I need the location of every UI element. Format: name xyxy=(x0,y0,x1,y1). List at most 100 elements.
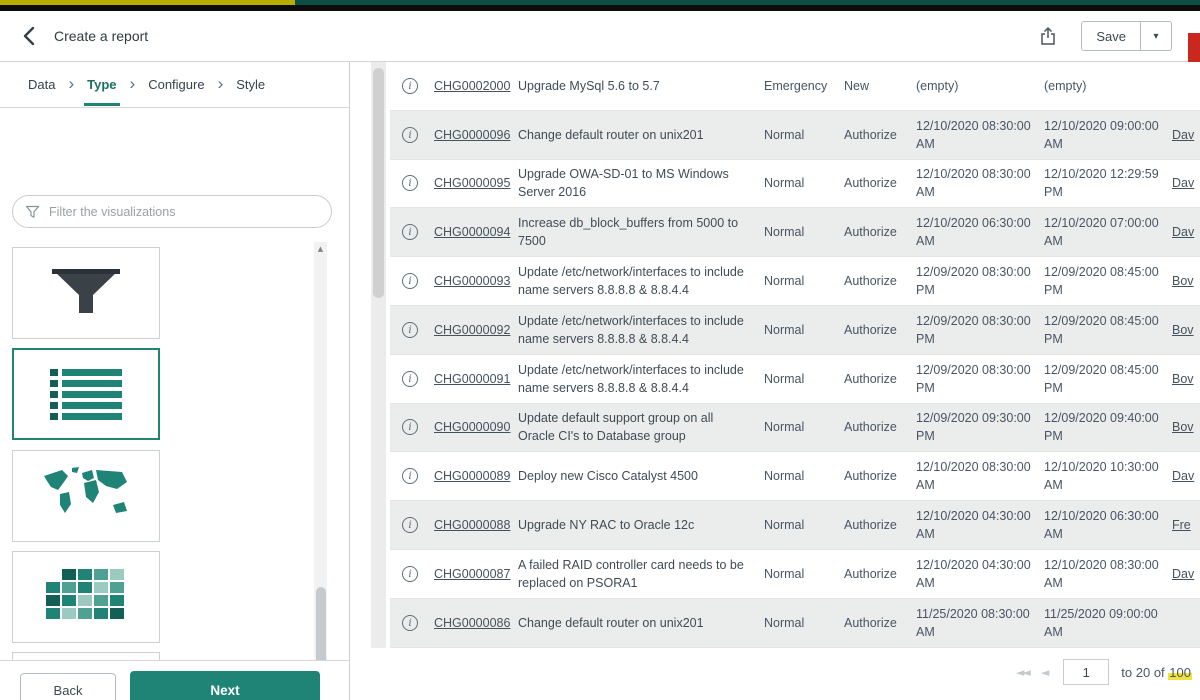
change-number-link[interactable]: CHG0000089 xyxy=(434,469,510,483)
assigned-link[interactable]: Dav xyxy=(1172,567,1200,581)
table-row[interactable]: i CHG0000089 Deploy new Cisco Catalyst 4… xyxy=(390,452,1200,501)
step-style[interactable]: Style xyxy=(236,77,265,92)
step-data[interactable]: Data xyxy=(28,77,55,92)
row-number-cell: CHG0000087 xyxy=(434,567,518,581)
short-description: Update /etc/network/interfaces to includ… xyxy=(518,263,764,299)
assigned-link[interactable]: Dav xyxy=(1172,225,1200,239)
change-number-link[interactable]: CHG0000093 xyxy=(434,274,510,288)
pagination-range: to 20 of 100 xyxy=(1121,665,1192,680)
planned-end-value: 12/09/2020 08:45:00 PM xyxy=(1044,312,1172,348)
info-icon[interactable]: i xyxy=(402,371,418,387)
table-row[interactable]: i CHG0000090 Update default support grou… xyxy=(390,404,1200,453)
pagination-range-text: to 20 of xyxy=(1121,665,1164,680)
save-button-group: Save ▾ xyxy=(1081,21,1172,51)
info-icon[interactable]: i xyxy=(402,468,418,484)
page-number-input[interactable] xyxy=(1063,659,1109,685)
priority-value: Normal xyxy=(764,274,844,288)
change-number-link[interactable]: CHG0000096 xyxy=(434,128,510,142)
assigned-link[interactable]: Dav xyxy=(1172,176,1200,190)
change-number-link[interactable]: CHG0000094 xyxy=(434,225,510,239)
state-value: Authorize xyxy=(844,420,916,434)
info-icon[interactable]: i xyxy=(402,273,418,289)
assigned-link[interactable]: Bov xyxy=(1172,372,1200,386)
state-value: Authorize xyxy=(844,518,916,532)
table-row[interactable]: i CHG0000092 Update /etc/network/interfa… xyxy=(390,306,1200,355)
planned-end-value: 12/09/2020 09:40:00 PM xyxy=(1044,409,1172,445)
table-row[interactable]: i CHG0000095 Upgrade OWA-SD-01 to MS Win… xyxy=(390,160,1200,209)
change-number-link[interactable]: CHG0000091 xyxy=(434,372,510,386)
row-info-cell: i xyxy=(390,322,434,338)
short-description: Increase db_block_buffers from 5000 to 7… xyxy=(518,214,764,250)
step-configure[interactable]: Configure xyxy=(148,77,204,92)
export-icon xyxy=(1039,26,1057,46)
export-share-button[interactable] xyxy=(1039,26,1057,46)
state-value: Authorize xyxy=(844,176,916,190)
table-scrollbar[interactable] xyxy=(371,62,386,648)
row-number-cell: CHG0000088 xyxy=(434,518,518,532)
info-icon[interactable]: i xyxy=(402,224,418,240)
info-icon[interactable]: i xyxy=(402,566,418,582)
assigned-link[interactable]: Dav xyxy=(1172,469,1200,483)
table-row[interactable]: i CHG0000088 Upgrade NY RAC to Oracle 12… xyxy=(390,501,1200,550)
funnel-chart-icon xyxy=(38,261,134,325)
change-number-link[interactable]: CHG0002000 xyxy=(434,79,510,93)
short-description: Update /etc/network/interfaces to includ… xyxy=(518,312,764,348)
viz-option-list[interactable] xyxy=(12,348,160,440)
planned-end-value: 12/10/2020 09:00:00 AM xyxy=(1044,117,1172,153)
change-number-link[interactable]: CHG0000086 xyxy=(434,616,510,630)
assigned-link[interactable]: Dav xyxy=(1172,128,1200,142)
planned-start-value: 12/10/2020 04:30:00 AM xyxy=(916,507,1044,543)
info-icon[interactable]: i xyxy=(402,322,418,338)
priority-value: Normal xyxy=(764,225,844,239)
viz-option-heatmap[interactable] xyxy=(12,551,160,643)
save-dropdown-button[interactable]: ▾ xyxy=(1140,21,1172,51)
change-number-link[interactable]: CHG0000087 xyxy=(434,567,510,581)
pagination-total: 100 xyxy=(1168,665,1192,680)
assigned-link[interactable]: Bov xyxy=(1172,323,1200,337)
table-row[interactable]: i CHG0000093 Update /etc/network/interfa… xyxy=(390,257,1200,306)
info-icon[interactable]: i xyxy=(402,78,418,94)
back-arrow-button[interactable] xyxy=(20,25,38,47)
next-button[interactable]: Next xyxy=(130,671,320,700)
scroll-up-icon[interactable]: ▲ xyxy=(314,245,327,253)
info-icon[interactable]: i xyxy=(402,127,418,143)
row-number-cell: CHG0000086 xyxy=(434,616,518,630)
row-info-cell: i xyxy=(390,127,434,143)
change-number-link[interactable]: CHG0000095 xyxy=(434,176,510,190)
filter-visualizations-input[interactable] xyxy=(49,205,319,219)
prev-page-icon[interactable]: ◄ xyxy=(1041,666,1047,679)
table-row[interactable]: i CHG0000091 Update /etc/network/interfa… xyxy=(390,355,1200,404)
viz-option-map[interactable] xyxy=(12,450,160,542)
row-info-cell: i xyxy=(390,78,434,94)
assigned-link[interactable]: Bov xyxy=(1172,420,1200,434)
table-row[interactable]: i CHG0000096 Change default router on un… xyxy=(390,111,1200,160)
first-page-icon[interactable]: ◄◄ xyxy=(1016,666,1029,679)
info-icon[interactable]: i xyxy=(402,517,418,533)
change-number-link[interactable]: CHG0000092 xyxy=(434,323,510,337)
panel-scrollbar[interactable]: ▲ ▼ xyxy=(314,242,327,700)
back-button[interactable]: Back xyxy=(20,673,116,700)
info-icon[interactable]: i xyxy=(402,419,418,435)
table-row[interactable]: i CHG0000094 Increase db_block_buffers f… xyxy=(390,208,1200,257)
table-scrollbar-thumb[interactable] xyxy=(373,68,384,298)
step-type[interactable]: Type xyxy=(87,77,116,92)
planned-end-value: 12/10/2020 07:00:00 AM xyxy=(1044,214,1172,250)
table-row[interactable]: i CHG0000086 Change default router on un… xyxy=(390,599,1200,648)
change-number-link[interactable]: CHG0000088 xyxy=(434,518,510,532)
info-icon[interactable]: i xyxy=(402,175,418,191)
table-row[interactable]: i CHG0002000 Upgrade MySql 5.6 to 5.7 Em… xyxy=(390,62,1200,111)
viz-option-funnel[interactable] xyxy=(12,247,160,339)
state-value: Authorize xyxy=(844,372,916,386)
change-number-link[interactable]: CHG0000090 xyxy=(434,420,510,434)
info-icon[interactable]: i xyxy=(402,615,418,631)
row-number-cell: CHG0000089 xyxy=(434,469,518,483)
assigned-link[interactable]: Fre xyxy=(1172,518,1200,532)
assigned-link[interactable]: Bov xyxy=(1172,274,1200,288)
planned-start-value: 12/09/2020 08:30:00 PM xyxy=(916,312,1044,348)
short-description: A failed RAID controller card needs to b… xyxy=(518,556,764,592)
save-button[interactable]: Save xyxy=(1081,21,1140,51)
short-description: Upgrade MySql 5.6 to 5.7 xyxy=(518,77,764,95)
table-row[interactable]: i CHG0000087 A failed RAID controller ca… xyxy=(390,550,1200,599)
planned-start-value: 12/10/2020 04:30:00 AM xyxy=(916,556,1044,592)
planned-start-value: 12/10/2020 08:30:00 AM xyxy=(916,165,1044,201)
